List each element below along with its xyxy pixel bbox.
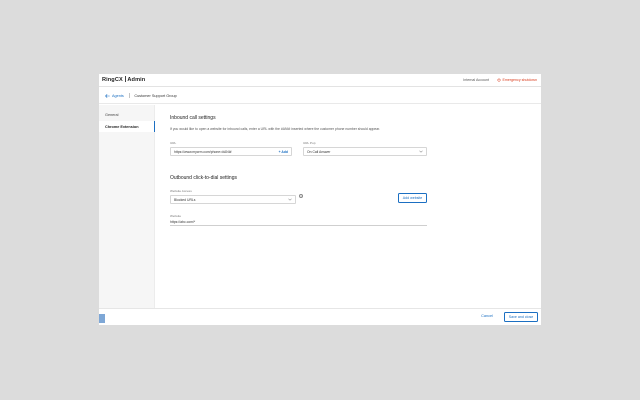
url-input[interactable]: https://www.mycrm.com/phone=#ANI# + Add	[170, 147, 292, 156]
power-icon	[497, 77, 501, 82]
main-content: Inbound call settings If you would like …	[165, 105, 541, 308]
brand-name: RingCX	[102, 77, 123, 83]
chevron-down-icon	[419, 150, 423, 153]
settings-sidebar: General Chrome Extension	[99, 105, 155, 308]
sidebar-item-label: General	[105, 112, 119, 117]
url-label: URL	[170, 141, 177, 145]
breadcrumb-divider	[128, 93, 130, 98]
footer-bar: Cancel Save and close	[99, 308, 541, 325]
brand-separator	[124, 76, 126, 82]
inbound-section-title: Inbound call settings	[170, 115, 216, 121]
website-access-value: Blocked URLs	[174, 197, 196, 202]
brand-logo[interactable]: RingCX Admin	[102, 76, 145, 83]
cancel-button[interactable]: Cancel	[481, 314, 493, 318]
sidebar-item-chrome-extension[interactable]: Chrome Extension	[99, 121, 155, 132]
breadcrumb-current: Customer Support Group	[134, 93, 177, 98]
product-name: Admin	[127, 77, 146, 83]
sidebar-item-label: Chrome Extension	[105, 124, 139, 129]
save-and-close-button[interactable]: Save and close	[504, 312, 538, 322]
website-value: https://abc.com/*	[170, 219, 196, 224]
back-to-agents-link[interactable]: Agents	[105, 94, 124, 98]
add-website-button[interactable]: Add website	[398, 193, 427, 203]
sidebar-item-general[interactable]: General	[99, 109, 154, 120]
emergency-shutdown-label: Emergency shutdown	[502, 77, 537, 82]
website-access-label: Website Access	[170, 189, 192, 193]
arrow-left-icon	[105, 93, 110, 98]
help-widget-tab[interactable]	[99, 314, 105, 323]
admin-window: RingCX Admin Internal Account Emergency s…	[99, 74, 541, 325]
top-bar: RingCX Admin Internal Account Emergency s…	[99, 74, 541, 87]
back-label: Agents	[112, 93, 124, 98]
chevron-down-icon	[288, 198, 292, 201]
add-url-button[interactable]: + Add	[279, 150, 288, 154]
url-value: https://www.mycrm.com/phone=#ANI#	[174, 149, 232, 154]
emergency-shutdown-button[interactable]: Emergency shutdown	[497, 78, 537, 82]
inbound-description: If you would like to open a website for …	[170, 127, 381, 131]
outbound-section-title: Outbound click-to-dial settings	[170, 175, 237, 181]
url-pop-select[interactable]: On Call Answer	[303, 147, 427, 156]
info-icon[interactable]: i	[299, 194, 303, 198]
url-pop-value: On Call Answer	[307, 149, 331, 154]
website-row[interactable]: https://abc.com/*	[170, 218, 427, 226]
account-switcher[interactable]: Internal Account	[463, 78, 489, 82]
website-access-select[interactable]: Blocked URLs	[170, 195, 296, 204]
breadcrumb: Agents Customer Support Group	[99, 88, 541, 104]
url-pop-label: URL Pop	[303, 141, 316, 145]
